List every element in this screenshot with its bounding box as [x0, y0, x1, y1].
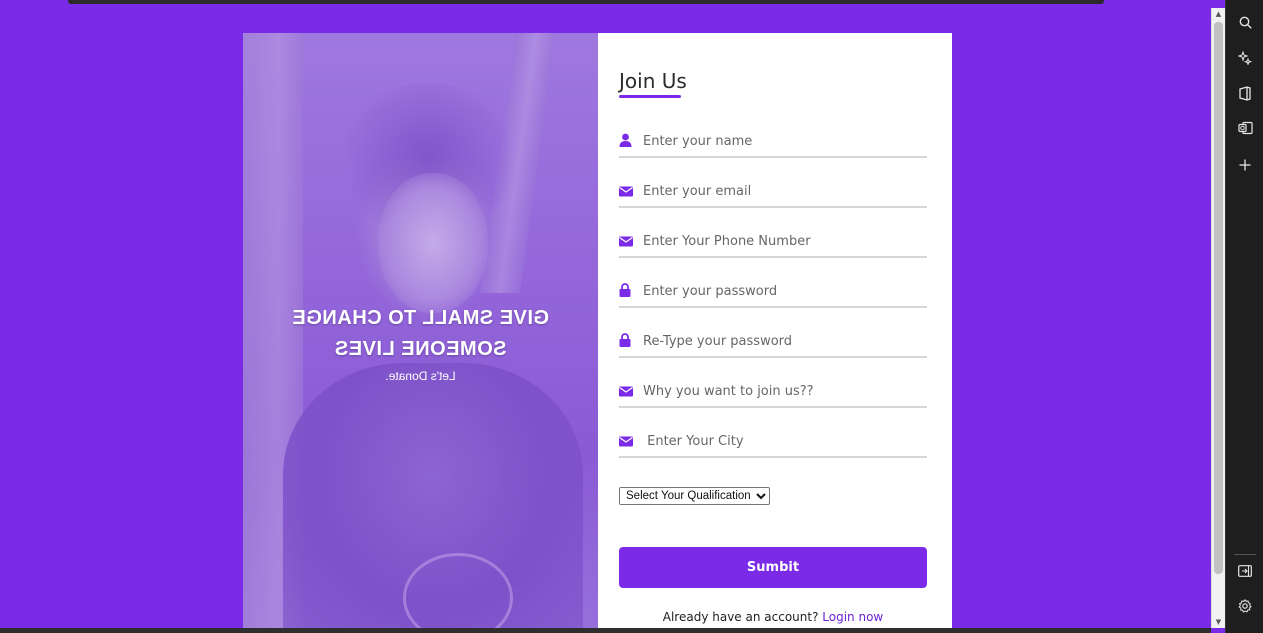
email-field	[619, 176, 927, 208]
envelope-icon	[619, 432, 633, 447]
add-icon[interactable]	[1235, 158, 1255, 178]
password-field	[619, 276, 927, 308]
scroll-up-arrow-icon[interactable]: ▲	[1212, 8, 1225, 20]
scroll-down-arrow-icon[interactable]: ▼	[1212, 616, 1225, 628]
login-prompt: Already have an account? Login now	[619, 610, 927, 624]
form-title: Join Us	[619, 69, 687, 93]
envelope-icon	[619, 232, 633, 247]
city-field	[619, 426, 927, 458]
page-scrollbar[interactable]: ▲ ▼	[1211, 8, 1225, 628]
lock-icon	[619, 282, 633, 297]
browser-edge-sidebar	[1225, 0, 1263, 633]
phone-field	[619, 226, 927, 258]
search-icon[interactable]	[1235, 16, 1255, 36]
name-field	[619, 126, 927, 158]
qualification-select-wrap: Select Your Qualification	[619, 484, 770, 505]
signup-card: GIVE SMALL TO CHANGE SOMEONE LIVES Let's…	[243, 33, 952, 633]
split-screen-icon[interactable]	[1235, 564, 1255, 584]
retype-password-input[interactable]	[643, 326, 923, 356]
browser-top-strip	[0, 0, 1211, 8]
envelope-icon	[619, 382, 633, 397]
reason-input[interactable]	[643, 376, 923, 406]
lock-icon	[619, 332, 633, 347]
hero-image-panel: GIVE SMALL TO CHANGE SOMEONE LIVES Let's…	[243, 33, 598, 633]
hero-headline-line2: SOMEONE LIVES	[334, 338, 507, 360]
reason-field	[619, 376, 927, 408]
scrollbar-thumb[interactable]	[1214, 22, 1223, 574]
submit-button[interactable]: Sumbit	[619, 547, 927, 588]
city-input[interactable]	[643, 426, 923, 456]
login-link[interactable]: Login now	[822, 610, 883, 624]
browser-top-bar	[68, 0, 1104, 4]
hero-headline-line1: GIVE SMALL TO CHANGE	[291, 307, 550, 329]
hero-image-face	[378, 173, 488, 313]
retype-password-field	[619, 326, 927, 358]
copilot-icon[interactable]	[1235, 50, 1255, 71]
hero-subline: Let's Donate.	[385, 369, 456, 383]
email-input[interactable]	[643, 176, 923, 206]
envelope-icon	[619, 182, 633, 197]
signup-form: Join Us Enter your name Enter your email…	[598, 33, 952, 633]
user-icon	[619, 132, 633, 147]
password-input[interactable]	[643, 276, 923, 306]
name-input[interactable]	[643, 126, 923, 156]
qualification-select[interactable]: Select Your Qualification	[619, 487, 770, 505]
office-icon[interactable]	[1235, 86, 1255, 106]
settings-icon[interactable]	[1235, 598, 1255, 619]
hero-image-emblem	[403, 553, 513, 633]
login-prompt-text: Already have an account?	[662, 610, 819, 624]
phone-input[interactable]	[643, 226, 923, 256]
browser-bottom-strip	[0, 628, 1211, 633]
form-title-underline	[619, 95, 681, 98]
hero-text: GIVE SMALL TO CHANGE SOMEONE LIVES Let's…	[243, 303, 598, 383]
outlook-icon[interactable]	[1235, 121, 1255, 141]
sidebar-separator	[1234, 554, 1256, 555]
